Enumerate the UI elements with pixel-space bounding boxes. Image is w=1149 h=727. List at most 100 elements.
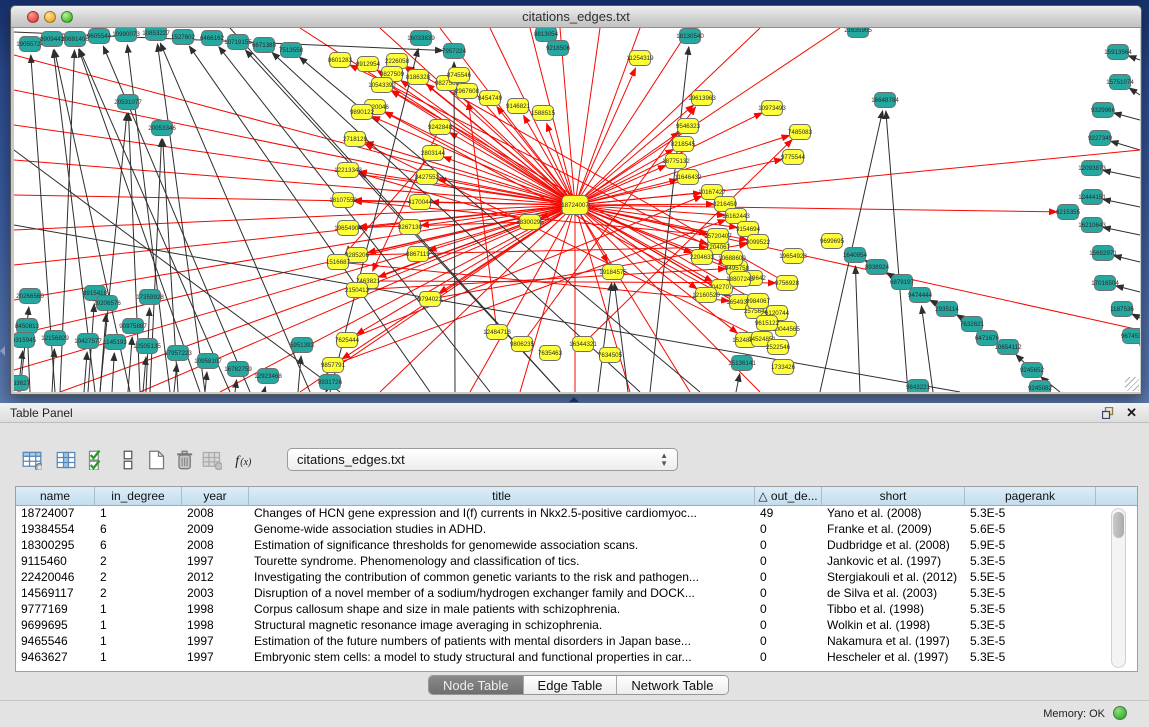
table-cell[interactable]: 2009 (182, 522, 249, 538)
graph-node[interactable]: 9890122 (350, 105, 375, 120)
graph-node[interactable]: 6879197 (890, 275, 915, 290)
graph-node[interactable]: 8099522 (746, 235, 771, 250)
table-cell[interactable]: Corpus callosum shape and size in male p… (249, 602, 755, 618)
graph-node[interactable]: 20531077 (114, 95, 142, 110)
memory-status-indicator[interactable] (1113, 706, 1127, 720)
row-height-button[interactable] (116, 448, 140, 472)
graph-node[interactable]: 8912954 (356, 57, 381, 72)
graph-node[interactable]: 10973493 (758, 101, 786, 116)
graph-node[interactable]: 20053346 (148, 121, 176, 136)
graph-node[interactable]: 9674534 (1121, 329, 1140, 344)
graph-node[interactable]: 15136141 (728, 356, 756, 371)
vertical-scrollbar[interactable] (1111, 508, 1126, 668)
table-cell[interactable]: 0 (755, 650, 822, 666)
table-cell[interactable]: 14569117 (16, 586, 95, 602)
graph-node[interactable]: 7625444 (335, 333, 360, 348)
graph-node[interactable]: 20206576 (93, 296, 121, 311)
table-cell[interactable]: Hescheler et al. (1997) (822, 650, 965, 666)
manage-columns-button[interactable] (54, 448, 78, 472)
table-row[interactable]: 1456911722003Disruption of a novel membe… (16, 586, 1137, 602)
graph-node[interactable]: 17016504 (1091, 276, 1119, 291)
graph-node[interactable]: 7634505 (598, 348, 623, 363)
graph-node[interactable]: 2718129 (343, 132, 368, 147)
table-cell[interactable]: 5.3E-5 (965, 586, 1096, 602)
graph-node[interactable]: 9794023 (418, 292, 443, 307)
graph-node[interactable]: 9329966 (1091, 103, 1116, 118)
graph-node[interactable]: 2150413 (345, 283, 370, 298)
table-cell[interactable]: Jankovic et al. (1997) (822, 554, 965, 570)
table-cell[interactable]: de Silva et al. (2003) (822, 586, 965, 602)
table-cell[interactable]: 6 (95, 538, 182, 554)
graph-node[interactable]: 20691406 (61, 32, 89, 47)
graph-node[interactable]: 9146821 (506, 99, 531, 114)
graph-node[interactable]: 12505135 (133, 339, 161, 354)
graph-node[interactable]: 16344321 (569, 337, 597, 352)
graph-node[interactable]: 7513558 (279, 43, 304, 58)
graph-node[interactable]: 10853227 (142, 28, 170, 41)
graph-node[interactable]: 10654112 (994, 340, 1022, 355)
graph-node[interactable]: 1516687 (326, 255, 351, 270)
splitter-handle[interactable] (569, 397, 579, 402)
graph-hub-node[interactable]: 18724007 (561, 196, 589, 215)
column-header-year[interactable]: year (182, 487, 249, 505)
graph-node[interactable]: 9227349 (1088, 131, 1113, 146)
table-cell[interactable]: 5.3E-5 (965, 554, 1096, 570)
graph-node[interactable]: 9474444 (908, 288, 933, 303)
new-table-button[interactable] (144, 448, 168, 472)
table-cell[interactable]: 2008 (182, 506, 249, 522)
table-row[interactable]: 1830029562008Estimation of significance … (16, 538, 1137, 554)
table-cell[interactable]: 0 (755, 522, 822, 538)
graph-node[interactable]: 16782759 (224, 362, 252, 377)
graph-node[interactable]: 18807243 (726, 272, 754, 287)
table-cell[interactable]: 5.3E-5 (965, 650, 1096, 666)
graph-node[interactable]: 3315945 (14, 333, 37, 348)
graph-node[interactable]: 20266560 (16, 289, 44, 304)
graph-node[interactable]: 17957223 (164, 346, 192, 361)
table-cell[interactable]: 0 (755, 634, 822, 650)
table-cell[interactable]: 0 (755, 618, 822, 634)
table-cell[interactable]: 1 (95, 506, 182, 522)
table-cell[interactable]: Dudbridge et al. (2008) (822, 538, 965, 554)
table-cell[interactable]: 18724007 (16, 506, 95, 522)
table-cell[interactable]: 1 (95, 618, 182, 634)
table-cell[interactable]: Tourette syndrome. Phenomenology and cla… (249, 554, 755, 570)
table-cell[interactable]: 2 (95, 570, 182, 586)
table-row[interactable]: 1872400712008Changes of HCN gene express… (16, 506, 1137, 522)
window-titlebar[interactable]: citations_edges.txt (11, 6, 1141, 28)
graph-node[interactable]: 6466162 (200, 31, 225, 46)
graph-node[interactable]: 2967608 (455, 84, 480, 99)
table-cell[interactable]: Structural magnetic resonance image aver… (249, 618, 755, 634)
table-cell[interactable]: Stergiakouli et al. (2012) (822, 570, 965, 586)
graph-node[interactable]: 8931726 (318, 375, 343, 390)
graph-node[interactable]: 4170044 (408, 195, 433, 210)
graph-node[interactable]: 2803144 (421, 146, 446, 161)
column-header-out_de[interactable]: △ out_de... (755, 487, 822, 505)
table-cell[interactable]: 5.3E-5 (965, 618, 1096, 634)
table-cell[interactable]: Genome-wide association studies in ADHD. (249, 522, 755, 538)
table-cell[interactable]: Estimation of the future numbers of pati… (249, 634, 755, 650)
graph-node[interactable]: 1187536 (1110, 302, 1134, 317)
table-cell[interactable]: 18300295 (16, 538, 95, 554)
select-attributes-button[interactable] (85, 448, 109, 472)
table-cell[interactable]: 5.6E-5 (965, 522, 1096, 538)
delete-attribute-button[interactable] (172, 448, 196, 472)
table-cell[interactable]: 1 (95, 602, 182, 618)
graph-node[interactable]: 1733426 (771, 360, 796, 375)
table-cell[interactable]: 2 (95, 554, 182, 570)
table-cell[interactable]: 2008 (182, 538, 249, 554)
table-cell[interactable]: 0 (755, 554, 822, 570)
graph-node[interactable]: 1527602 (171, 30, 196, 45)
graph-node[interactable]: 9984067 (746, 294, 771, 309)
table-cell[interactable]: 9777169 (16, 602, 95, 618)
graph-node[interactable]: 18300295 (516, 215, 544, 230)
graph-node[interactable]: 7635463 (538, 346, 563, 361)
table-cell[interactable]: Disruption of a novel member of a sodium… (249, 586, 755, 602)
graph-node[interactable]: 17359928 (136, 290, 164, 305)
graph-node[interactable]: 18130540 (676, 29, 704, 44)
table-cell[interactable]: 1997 (182, 554, 249, 570)
graph-node[interactable]: 2522546 (766, 340, 791, 355)
graph-node[interactable]: 19613963 (688, 91, 716, 106)
graph-node[interactable]: 10688609 (718, 251, 746, 266)
table-cell[interactable]: Estimation of significance thresholds fo… (249, 538, 755, 554)
table-row[interactable]: 969969511998Structural magnetic resonanc… (16, 618, 1137, 634)
